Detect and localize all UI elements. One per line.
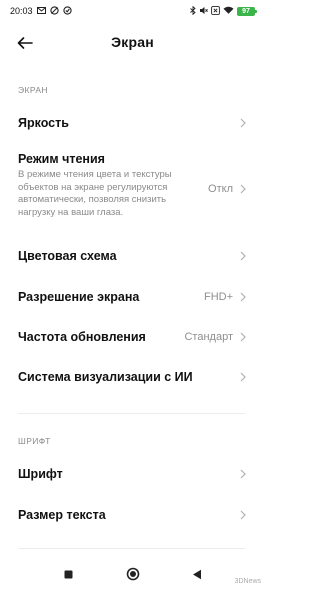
setting-color-scheme-title: Цветовая схема (18, 249, 117, 263)
bluetooth-icon (190, 5, 196, 17)
home-button[interactable] (126, 567, 140, 581)
status-time: 20:03 (10, 6, 33, 16)
x-box-icon (211, 5, 220, 17)
setting-ai-visual[interactable]: Система визуализации с ИИ (0, 362, 265, 392)
chevron-right-icon (240, 372, 246, 382)
setting-resolution-value: FHD+ (203, 291, 233, 303)
triangle-left-icon (192, 569, 201, 579)
setting-reading-mode-text: Режим чтения В режиме чтения цвета и тек… (18, 152, 198, 219)
section-divider (18, 413, 245, 414)
watermark-logo: 3DNews (234, 578, 261, 585)
setting-text-size[interactable]: Размер текста (0, 500, 265, 530)
status-left: 20:03 (10, 5, 72, 17)
chevron-right-icon (240, 469, 246, 479)
section-header-font: ШРИФТ (18, 436, 51, 446)
page-title: Экран (111, 34, 154, 50)
mute-icon (199, 6, 208, 17)
data-saver-icon (49, 5, 59, 17)
setting-refresh-rate[interactable]: Частота обновления Стандарт (0, 322, 265, 352)
setting-color-scheme[interactable]: Цветовая схема (0, 241, 265, 271)
chevron-right-icon (240, 251, 246, 261)
chevron-right-icon (240, 118, 246, 128)
wifi-icon (223, 6, 234, 16)
square-icon (64, 570, 73, 578)
setting-refresh-rate-value: Стандарт (184, 331, 233, 343)
setting-reading-mode-title: Режим чтения (18, 152, 105, 166)
setting-font[interactable]: Шрифт (0, 459, 265, 489)
setting-brightness-title: Яркость (18, 116, 69, 130)
status-right: 97 (190, 5, 257, 17)
section-divider (18, 548, 245, 549)
back-nav-button[interactable] (190, 567, 204, 581)
setting-font-title: Шрифт (18, 467, 63, 481)
chevron-right-icon (240, 332, 246, 342)
setting-reading-mode-description: В режиме чтения цвета и текстуры объекто… (18, 169, 172, 218)
setting-reading-mode[interactable]: Режим чтения В режиме чтения цвета и тек… (0, 152, 265, 226)
chevron-right-icon (240, 292, 246, 302)
section-header-screen: ЭКРАН (18, 85, 48, 95)
mail-icon (36, 6, 46, 16)
setting-resolution[interactable]: Разрешение экрана FHD+ (0, 282, 265, 312)
setting-text-size-title: Размер текста (18, 508, 106, 522)
status-bar: 20:03 97 (0, 0, 265, 22)
recents-button[interactable] (62, 567, 76, 581)
setting-ai-visual-title: Система визуализации с ИИ (18, 370, 193, 384)
navigation-bar (0, 559, 265, 589)
circle-icon (126, 567, 139, 581)
notification-icon (62, 5, 72, 17)
battery-indicator: 97 (237, 6, 257, 16)
setting-resolution-title: Разрешение экрана (18, 290, 140, 304)
chevron-right-icon (240, 184, 246, 194)
header: Экран (0, 28, 265, 58)
setting-refresh-rate-title: Частота обновления (18, 330, 146, 344)
setting-brightness[interactable]: Яркость (0, 108, 265, 138)
setting-reading-mode-value: Откл (208, 183, 233, 195)
chevron-right-icon (240, 510, 246, 520)
